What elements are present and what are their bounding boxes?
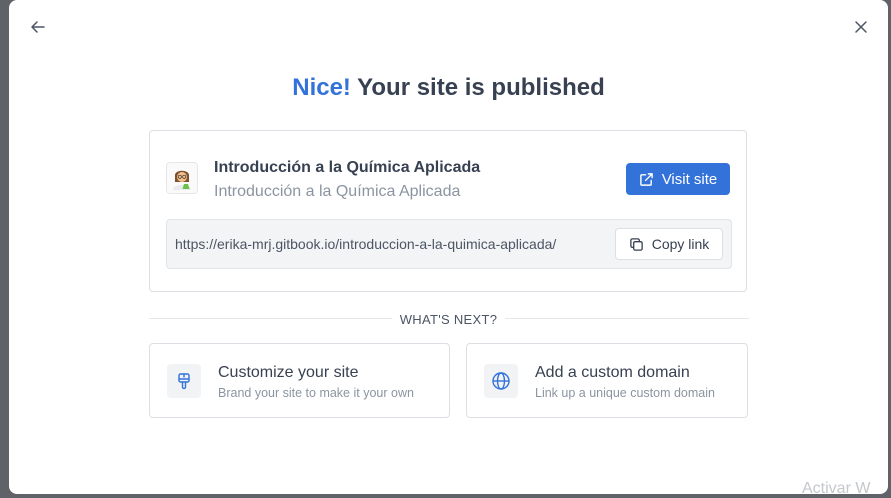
close-icon	[855, 21, 867, 33]
dialog-title: Nice! Your site is published	[9, 74, 888, 102]
globe-icon	[492, 372, 510, 390]
custom-domain-subtitle: Link up a unique custom domain	[535, 386, 715, 400]
title-accent: Nice!	[292, 74, 351, 101]
site-logo	[166, 162, 198, 194]
site-url-field: https://erika-mrj.gitbook.io/introduccio…	[166, 219, 732, 269]
action-icon-box	[167, 364, 201, 398]
paintbrush-icon	[178, 373, 190, 390]
copy-icon	[629, 237, 643, 251]
whats-next-heading: WHAT'S NEXT?	[391, 312, 506, 327]
title-text: Your site is published	[350, 74, 605, 101]
published-site-card: Introducción a la Química Aplicada Intro…	[149, 130, 747, 292]
site-subtitle: Introducción a la Química Aplicada	[214, 183, 461, 200]
customize-site-title: Customize your site	[218, 364, 359, 381]
arrow-left-icon	[31, 21, 45, 33]
customize-site-card[interactable]: Customize your site Brand your site to m…	[149, 343, 450, 418]
activation-watermark: Activar W	[802, 480, 871, 497]
visit-site-label: Visit site	[661, 170, 718, 188]
custom-domain-card[interactable]: Add a custom domain Link up a unique cus…	[466, 343, 748, 418]
scientist-avatar-icon	[173, 170, 191, 190]
site-url[interactable]: https://erika-mrj.gitbook.io/introduccio…	[175, 236, 556, 252]
site-name: Introducción a la Química Aplicada	[214, 159, 481, 176]
visit-site-button[interactable]: Visit site	[626, 163, 730, 195]
customize-site-subtitle: Brand your site to make it your own	[218, 386, 414, 400]
copy-link-button[interactable]: Copy link	[615, 228, 723, 260]
publish-dialog: Nice! Your site is published Introducció…	[9, 0, 888, 494]
external-link-icon	[639, 172, 653, 186]
back-button[interactable]	[27, 16, 49, 38]
action-icon-box	[484, 364, 518, 398]
custom-domain-title: Add a custom domain	[535, 364, 690, 381]
copy-link-label: Copy link	[651, 236, 710, 252]
close-button[interactable]	[850, 16, 872, 38]
